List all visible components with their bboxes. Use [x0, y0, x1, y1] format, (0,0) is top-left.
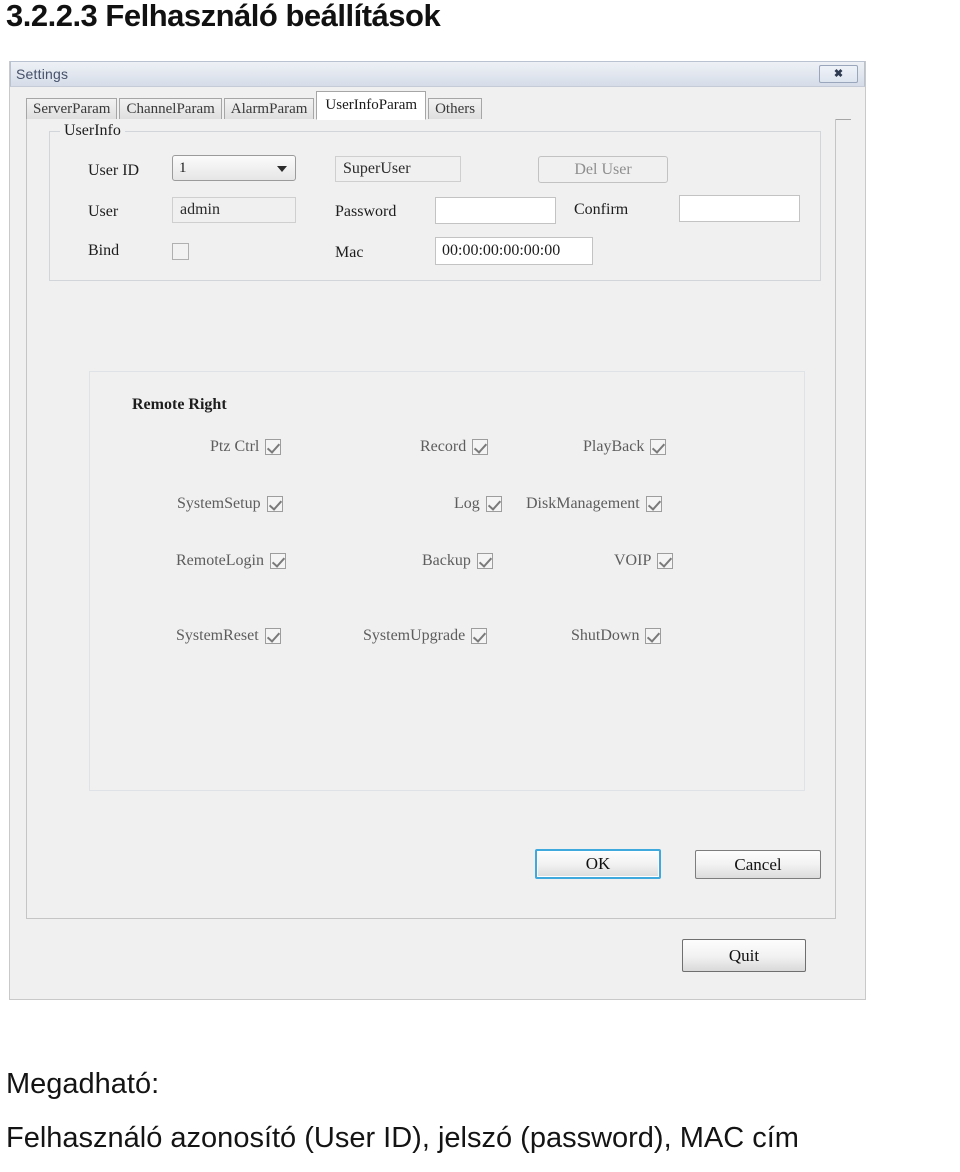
tab-channelparam[interactable]: ChannelParam: [119, 98, 222, 120]
right-checkbox-backup[interactable]: [476, 553, 493, 569]
window-title: Settings: [16, 66, 69, 82]
mac-value: 00:00:00:00:00:00: [442, 242, 561, 259]
right-item-playback[interactable]: PlayBack: [583, 438, 667, 456]
remote-right-title: Remote Right: [132, 396, 227, 413]
quit-button[interactable]: Quit: [682, 939, 806, 972]
caption-line-2: Felhasználó azonosító (User ID), jelszó …: [6, 1122, 799, 1154]
close-icon[interactable]: ✖: [819, 65, 858, 83]
cancel-button[interactable]: Cancel: [695, 850, 821, 879]
chevron-down-icon: [277, 166, 287, 172]
password-input[interactable]: [435, 197, 556, 224]
right-item-systemsetup[interactable]: SystemSetup: [177, 495, 283, 513]
right-label-systemreset: SystemReset: [176, 627, 259, 644]
user-id-select[interactable]: 1: [172, 155, 296, 181]
right-label-voip: VOIP: [614, 552, 652, 569]
caption-line-1: Megadható:: [6, 1068, 160, 1100]
right-item-systemreset[interactable]: SystemReset: [176, 627, 281, 645]
mac-label: Mac: [335, 244, 364, 261]
tab-page-userinfoparam: UserInfo User ID 1 SuperUser Del User Us…: [26, 119, 836, 919]
right-item-diskmanagement[interactable]: DiskManagement: [526, 495, 662, 513]
right-label-diskmanagement: DiskManagement: [526, 495, 640, 512]
window-titlebar: Settings ✖: [10, 61, 865, 87]
right-checkbox-systemreset[interactable]: [264, 628, 281, 644]
tab-bar: ServerParam ChannelParam AlarmParam User…: [10, 88, 865, 120]
mac-input[interactable]: 00:00:00:00:00:00: [435, 237, 593, 265]
settings-window: Settings ✖ ServerParam ChannelParam Alar…: [9, 61, 866, 1000]
user-value: admin: [180, 201, 220, 218]
password-label: Password: [335, 203, 397, 220]
right-checkbox-playback[interactable]: [650, 439, 667, 455]
remote-right-panel: Remote Right Ptz Ctrl Record PlayBack Sy…: [89, 371, 805, 791]
ok-button[interactable]: OK: [535, 849, 661, 879]
right-checkbox-systemupgrade[interactable]: [471, 628, 488, 644]
user-id-label: User ID: [88, 162, 140, 179]
page-title: 3.2.2.3 Felhasználó beállítások: [6, 0, 441, 33]
right-label-backup: Backup: [422, 552, 471, 569]
right-checkbox-log[interactable]: [485, 496, 502, 512]
right-checkbox-voip[interactable]: [657, 553, 674, 569]
right-label-playback: PlayBack: [583, 438, 645, 455]
tab-others[interactable]: Others: [428, 98, 483, 120]
right-item-shutdown[interactable]: ShutDown: [571, 627, 662, 645]
user-input[interactable]: admin: [172, 197, 296, 223]
right-label-ptz-ctrl: Ptz Ctrl: [210, 438, 260, 455]
right-item-record[interactable]: Record: [420, 438, 489, 456]
confirm-input[interactable]: [679, 195, 800, 222]
right-checkbox-remotelogin[interactable]: [269, 553, 286, 569]
role-field: SuperUser: [335, 156, 461, 182]
right-item-systemupgrade[interactable]: SystemUpgrade: [363, 627, 488, 645]
right-item-log[interactable]: Log: [454, 495, 502, 513]
right-label-log: Log: [454, 495, 480, 512]
bind-checkbox[interactable]: [172, 243, 189, 260]
right-label-shutdown: ShutDown: [571, 627, 640, 644]
user-label: User: [88, 203, 119, 220]
tab-serverparam[interactable]: ServerParam: [26, 98, 118, 120]
right-checkbox-record[interactable]: [472, 439, 489, 455]
right-label-systemupgrade: SystemUpgrade: [363, 627, 466, 644]
role-value: SuperUser: [343, 160, 411, 177]
tab-userinfoparam[interactable]: UserInfoParam: [316, 91, 427, 120]
right-item-ptz-ctrl[interactable]: Ptz Ctrl: [210, 438, 282, 456]
right-checkbox-ptz-ctrl[interactable]: [265, 439, 282, 455]
right-item-backup[interactable]: Backup: [422, 552, 493, 570]
tab-alarmparam[interactable]: AlarmParam: [223, 98, 315, 120]
right-checkbox-diskmanagement[interactable]: [645, 496, 662, 512]
userinfo-legend: UserInfo: [60, 122, 125, 140]
right-label-systemsetup: SystemSetup: [177, 495, 261, 512]
right-item-remotelogin[interactable]: RemoteLogin: [176, 552, 286, 570]
right-checkbox-shutdown[interactable]: [645, 628, 662, 644]
right-item-voip[interactable]: VOIP: [614, 552, 674, 570]
confirm-label: Confirm: [574, 201, 629, 218]
right-label-record: Record: [420, 438, 467, 455]
bind-label: Bind: [88, 242, 120, 259]
right-checkbox-systemsetup[interactable]: [266, 496, 283, 512]
userinfo-groupbox: UserInfo User ID 1 SuperUser Del User Us…: [49, 122, 821, 281]
del-user-button[interactable]: Del User: [538, 156, 668, 183]
user-id-value: 1: [179, 159, 187, 176]
right-label-remotelogin: RemoteLogin: [176, 552, 264, 569]
